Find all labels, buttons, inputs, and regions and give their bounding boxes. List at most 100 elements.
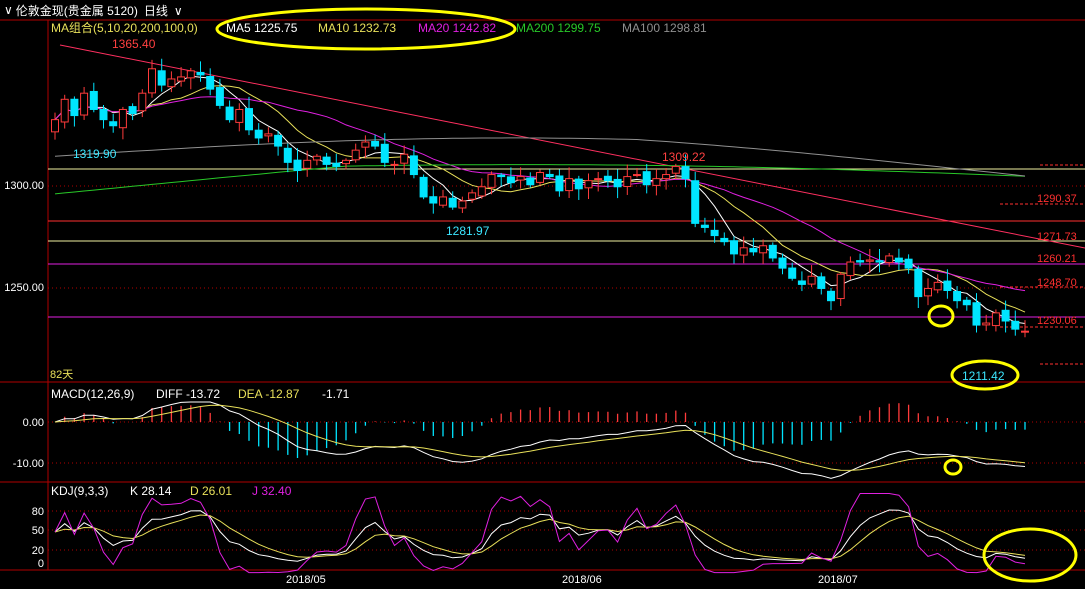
candle-body (885, 255, 894, 264)
ma10-line (54, 85, 1026, 313)
candle-body (1001, 309, 1010, 322)
candle-body (516, 176, 525, 181)
level-label: 1230.06 (1037, 315, 1077, 327)
candle-body (565, 178, 574, 192)
macd-tick-0: 0.00 (23, 417, 44, 429)
candle-body (924, 287, 932, 297)
candle-body (332, 162, 341, 167)
level-labels: 1290.37 1271.73 1260.21 1248.70 1230.06 (1037, 193, 1077, 327)
annotation-low: 1211.42 (962, 369, 1005, 383)
candle-body (972, 302, 981, 326)
candle-body (167, 78, 176, 88)
x-axis: 2018/05 2018/06 2018/07 (286, 574, 858, 586)
candle-body (710, 229, 719, 237)
days-label: 82天 (50, 369, 73, 381)
candle-body (526, 177, 535, 186)
candle-body (118, 108, 127, 129)
candle-body (458, 200, 467, 209)
candle-body (468, 192, 477, 200)
kdj-legend: KDJ(9,3,3) K 28.14 D 26.01 J 32.40 (51, 484, 292, 498)
kdj-d: D 26.01 (190, 484, 232, 498)
candle-body (477, 186, 486, 197)
price-tick-1250: 1250.00 (4, 282, 44, 294)
chart-canvas[interactable]: 1300.00 1250.00 0.00 -10.00 80 50 20 0 1… (0, 0, 1085, 589)
candle-body (933, 281, 942, 291)
candle-body (361, 141, 370, 148)
ma-legend: MA组合(5,10,20,200,100,0) MA5 1225.75 MA10… (51, 20, 707, 35)
level-label: 1271.73 (1037, 231, 1077, 243)
candle-body (89, 90, 98, 110)
ma-legend-label: MA组合(5,10,20,200,100,0) (51, 20, 198, 35)
candle-body (613, 178, 622, 188)
candle-body (603, 175, 612, 182)
candle-body (497, 174, 506, 178)
candle-body (759, 245, 768, 254)
candle-body (836, 273, 845, 300)
x-label: 2018/06 (562, 574, 602, 586)
candle-body (788, 267, 797, 279)
kdj-pane (54, 493, 1026, 574)
candle-body (70, 98, 79, 117)
candle-body (80, 92, 89, 116)
ma5-line (54, 75, 1026, 324)
candle-body (322, 156, 331, 165)
annotation-high: 1365.40 (112, 37, 156, 51)
candle-body (749, 247, 758, 253)
candle-body (991, 312, 1000, 327)
candle-body (962, 299, 971, 306)
kdj-tick-80: 80 (32, 506, 44, 518)
kdj-d-line (54, 514, 1026, 561)
candle-body (662, 174, 671, 180)
candle-body (128, 106, 137, 115)
candle-body (487, 174, 496, 188)
candle-body (545, 173, 554, 178)
chart-window: { "title": { "symbol": "伦敦金现(贵金属 5120)",… (0, 0, 1085, 589)
kdj-label: KDJ(9,3,3) (51, 484, 108, 498)
macd-label: MACD(12,26,9) (51, 387, 134, 401)
candle-body (778, 257, 787, 269)
macd-axis: 0.00 -10.00 (13, 417, 44, 470)
candle-body (797, 280, 806, 285)
candle-body (846, 261, 855, 277)
ma20-value: MA20 1242.82 (418, 21, 496, 35)
candle-body (157, 70, 166, 86)
candle-body (914, 268, 923, 298)
candle-body (768, 244, 777, 259)
candle-body (51, 119, 59, 133)
candle-body (584, 180, 593, 189)
annotation-high: 1309.22 (662, 150, 706, 164)
candle-body (827, 290, 835, 302)
candle-body (429, 196, 438, 204)
kdj-k: K 28.14 (130, 484, 172, 498)
kdj-j-line (54, 493, 1026, 574)
ma10-value: MA10 1232.73 (318, 21, 396, 35)
highlight-macd-cross (943, 458, 963, 476)
moving-average-lines (54, 75, 1026, 324)
candle-body (594, 178, 603, 181)
candle-body (875, 260, 884, 263)
ma200-value: MA200 1299.75 (516, 21, 601, 35)
candle-body (894, 257, 903, 263)
candle-body (148, 68, 156, 94)
macd-tick-neg10: -10.00 (13, 458, 44, 470)
kdj-axis: 80 50 20 0 (32, 506, 44, 570)
candle-body (807, 275, 816, 285)
candle-body (400, 153, 409, 164)
kdj-tick-20: 20 (32, 545, 44, 557)
kdj-k-line (54, 509, 1026, 562)
annotation-low: 1281.97 (446, 224, 490, 238)
candle-body (1011, 320, 1020, 330)
candle-body (60, 98, 69, 123)
candle-body (904, 258, 913, 269)
candle-body (865, 259, 874, 262)
candle-body (283, 147, 292, 163)
candle-body (720, 237, 729, 243)
candle-body (186, 70, 195, 79)
macd-legend: MACD(12,26,9) DIFF -13.72 DEA -12.87 -1.… (51, 387, 350, 401)
candle-body (555, 175, 564, 192)
candle-body (448, 197, 457, 208)
candle-body (196, 71, 205, 76)
kdj-tick-50: 50 (32, 525, 44, 537)
candle-body (691, 180, 700, 224)
price-tick-1300: 1300.00 (4, 180, 44, 192)
